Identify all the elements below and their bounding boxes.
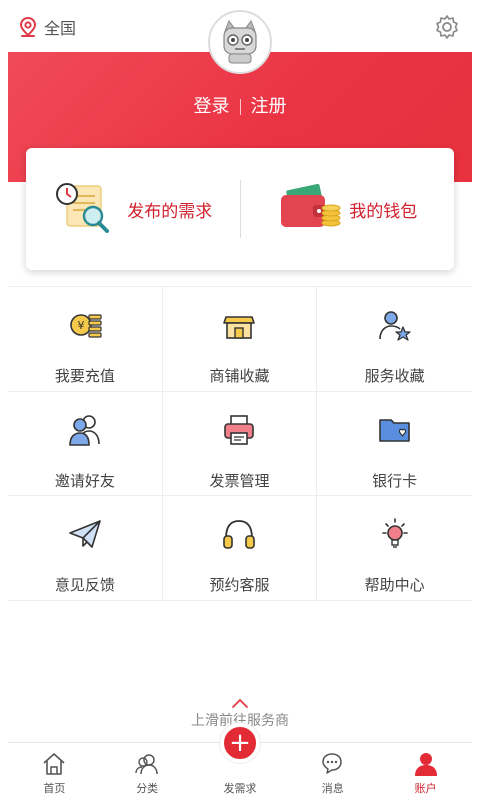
location-pin-icon <box>19 16 37 37</box>
tab-messages[interactable]: 消息 <box>286 743 379 800</box>
tab-category[interactable]: 分类 <box>101 743 194 800</box>
location-selector[interactable]: 全国 <box>18 15 76 39</box>
auth-divider <box>239 99 241 115</box>
location-label: 全国 <box>44 19 77 38</box>
grid-item-label: 预约客服 <box>209 576 270 594</box>
tab-label: 发需求 <box>223 782 257 795</box>
published-requests-label: 发布的需求 <box>127 201 213 222</box>
printer-icon <box>224 414 255 445</box>
avatar[interactable] <box>208 10 272 74</box>
user-star-icon <box>378 311 411 341</box>
register-link[interactable]: 注册 <box>251 96 287 117</box>
grid-item-label: 意见反馈 <box>54 576 115 594</box>
account-icon <box>414 753 437 776</box>
auth-links: 登录 注册 <box>0 92 480 118</box>
chevron-up-icon <box>232 698 248 708</box>
chat-icon <box>322 753 342 774</box>
tab-post-request[interactable]: + 发需求 <box>194 723 287 800</box>
grid-item-label: 商铺收藏 <box>209 367 270 385</box>
grid-item-bank-card[interactable]: 银行卡 <box>317 392 472 496</box>
post-request-fab[interactable]: + <box>219 723 260 763</box>
grid-item-label: 银行卡 <box>372 471 418 490</box>
coin-stack-icon: ¥ <box>70 314 102 338</box>
grid-item-label: 我要充值 <box>54 367 115 385</box>
robot-avatar-icon <box>223 19 257 64</box>
my-wallet-label: 我的钱包 <box>349 201 418 222</box>
grid-item-help-center[interactable]: 帮助中心 <box>317 496 472 601</box>
tab-label: 首页 <box>43 782 66 795</box>
lightbulb-icon <box>381 518 408 548</box>
tab-label: 账户 <box>414 782 437 795</box>
wallet-icon <box>281 183 341 227</box>
tab-bar: 首页 分类 + 发需求 消息 账户 <box>8 723 472 800</box>
grid-item-label: 帮助中心 <box>364 576 425 594</box>
paper-plane-icon <box>69 520 101 548</box>
headphones-icon <box>223 520 256 549</box>
grid-item-label: 发票管理 <box>209 471 270 490</box>
timer-search-icon <box>56 183 110 233</box>
published-requests-button[interactable]: 发布的需求 <box>26 148 240 270</box>
quick-card: 发布的需求 我的钱包 <box>26 148 454 270</box>
category-icon <box>135 754 158 775</box>
grid-item-label: 服务收藏 <box>364 367 425 385</box>
grid-item-invoice-management[interactable]: 发票管理 <box>162 391 318 496</box>
home-icon <box>43 753 65 775</box>
store-icon <box>223 316 256 339</box>
tab-account[interactable]: 账户 <box>379 743 472 800</box>
tab-label: 分类 <box>136 782 159 795</box>
tab-label: 消息 <box>321 782 344 795</box>
feature-grid: ¥ 我要充值 商铺收藏 服务收藏 邀请好友 发票管理 银行卡 意见反馈 预约客服… <box>8 286 472 601</box>
grid-item-recharge[interactable]: ¥ 我要充值 <box>8 287 163 392</box>
gear-icon[interactable] <box>434 14 460 40</box>
grid-item-store-favorites[interactable]: 商铺收藏 <box>162 287 318 392</box>
login-link[interactable]: 登录 <box>194 96 230 117</box>
tab-home[interactable]: 首页 <box>8 743 101 800</box>
folder-heart-icon <box>378 418 410 442</box>
my-wallet-button[interactable]: 我的钱包 <box>241 148 455 270</box>
grid-item-feedback[interactable]: 意见反馈 <box>8 496 163 601</box>
svg-text:¥: ¥ <box>77 319 84 332</box>
plus-icon: + <box>229 728 251 758</box>
grid-item-customer-service[interactable]: 预约客服 <box>162 496 318 601</box>
users-icon <box>69 414 100 446</box>
grid-item-label: 邀请好友 <box>54 471 115 490</box>
grid-item-service-favorites[interactable]: 服务收藏 <box>317 287 472 392</box>
grid-item-invite-friends[interactable]: 邀请好友 <box>8 391 163 496</box>
